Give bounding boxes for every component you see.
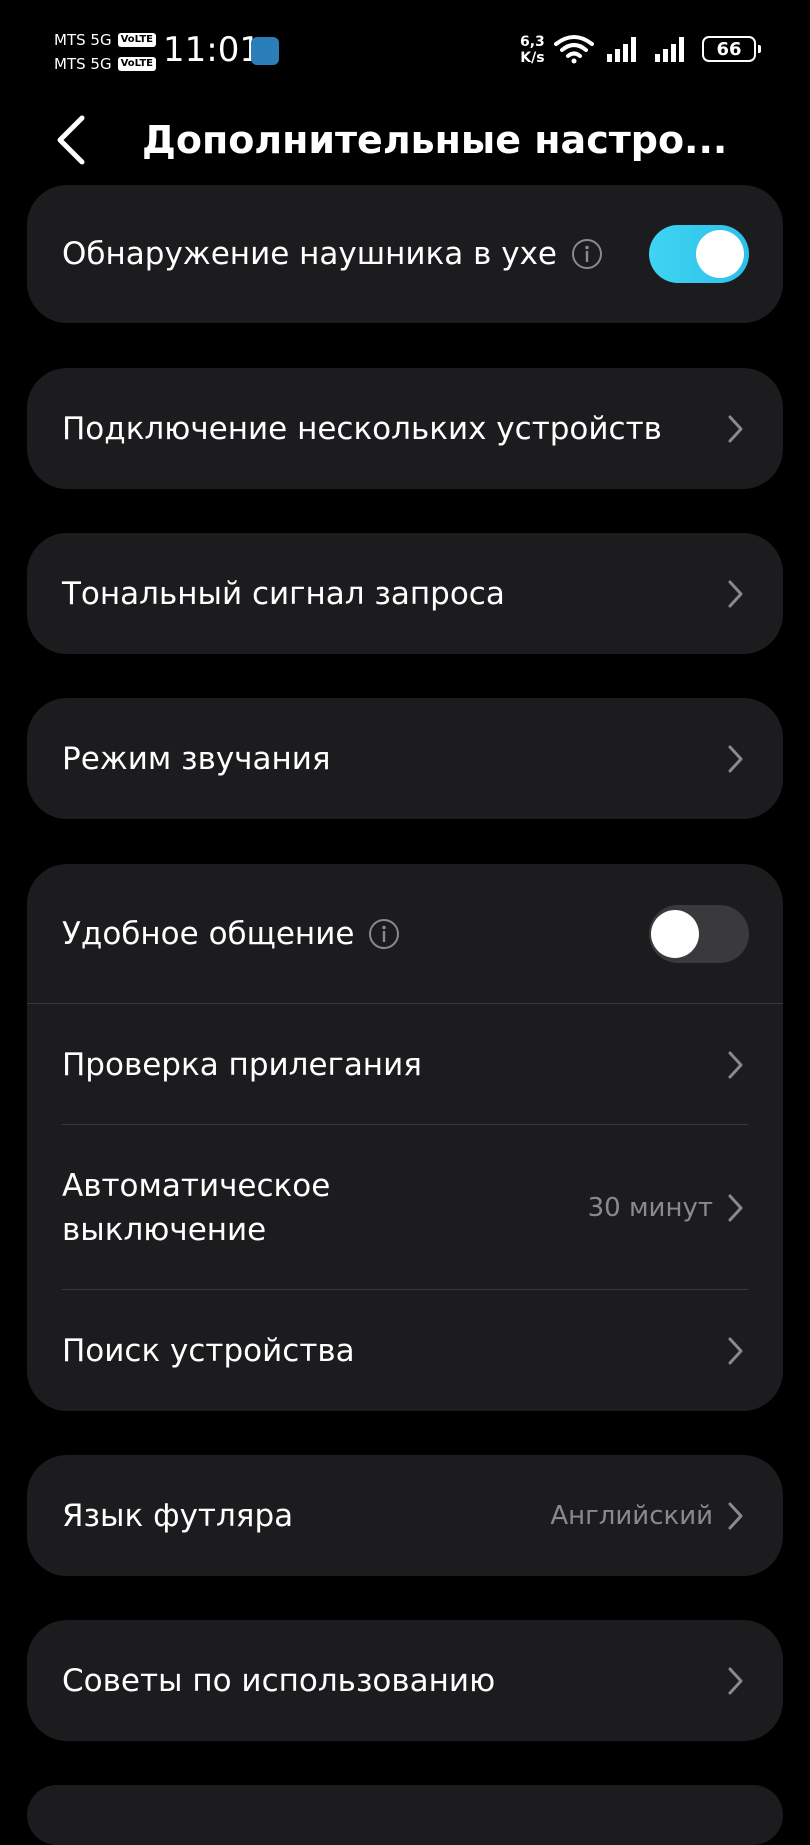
chevron-right-icon <box>728 1194 743 1221</box>
info-icon[interactable] <box>571 238 603 270</box>
easy-talk-row[interactable]: Удобное общение <box>27 864 783 1004</box>
case-language-row[interactable]: Язык футляра Английский <box>27 1455 783 1576</box>
toggle-knob <box>696 230 744 278</box>
chevron-right-icon <box>728 1502 743 1529</box>
chevron-right-icon <box>728 745 743 772</box>
signal-icon <box>607 37 636 62</box>
header: Дополнительные настро... <box>0 104 810 176</box>
chevron-right-icon <box>728 1337 743 1364</box>
usage-tips-row[interactable]: Советы по использованию <box>27 1620 783 1741</box>
clock: 11:01 <box>163 30 261 70</box>
carrier-1: MTS 5G <box>54 31 112 49</box>
status-bar: MTS 5G VoLTE MTS 5G VoLTE 11:01 6,3 K/s … <box>0 0 810 100</box>
ear-detection-row[interactable]: Обнаружение наушника в ухе <box>27 185 783 323</box>
usage-tips-label: Советы по использованию <box>62 1662 496 1699</box>
speed-value: 6,3 <box>520 34 545 50</box>
easy-talk-label: Удобное общение <box>62 916 355 952</box>
ear-detection-card: Обнаружение наушника в ухе <box>27 185 783 323</box>
auto-off-row[interactable]: Автоматическое выключение 30 минут <box>27 1125 783 1290</box>
chevron-right-icon <box>728 1667 743 1694</box>
next-card[interactable] <box>27 1785 783 1845</box>
auto-off-label: Автоматическое выключение <box>62 1164 330 1252</box>
app-notification-icon <box>251 37 279 65</box>
toggle-knob <box>651 910 699 958</box>
wifi-icon <box>554 35 594 64</box>
case-language-value: Английский <box>550 1500 713 1531</box>
prompt-tone-card: Тональный сигнал запроса <box>27 533 783 654</box>
chevron-right-icon <box>728 1051 743 1078</box>
volte-badge: VoLTE <box>117 57 156 71</box>
multi-device-row[interactable]: Подключение нескольких устройств <box>27 368 783 489</box>
carrier-2: MTS 5G <box>54 55 112 73</box>
back-arrow-icon[interactable] <box>50 114 98 166</box>
chevron-right-icon <box>728 415 743 442</box>
prompt-tone-label: Тональный сигнал запроса <box>62 575 505 612</box>
case-language-card: Язык футляра Английский <box>27 1455 783 1576</box>
ear-detection-label: Обнаружение наушника в ухе <box>62 236 558 272</box>
page-title: Дополнительные настро... <box>142 118 728 162</box>
info-icon[interactable] <box>368 918 400 950</box>
easy-talk-toggle[interactable] <box>649 905 749 963</box>
network-speed: 6,3 K/s <box>520 34 545 66</box>
general-settings-card: Удобное общение Проверка прилегания Авто… <box>27 864 783 1411</box>
chevron-right-icon <box>728 580 743 607</box>
auto-off-label-line1: Автоматическое <box>62 1167 331 1204</box>
prompt-tone-row[interactable]: Тональный сигнал запроса <box>27 533 783 654</box>
multi-device-label: Подключение нескольких устройств <box>62 410 662 447</box>
volte-badge: VoLTE <box>117 33 156 47</box>
case-language-label: Язык футляра <box>62 1497 294 1534</box>
find-device-label: Поиск устройства <box>62 1332 355 1369</box>
multi-device-card: Подключение нескольких устройств <box>27 368 783 489</box>
usage-tips-card: Советы по использованию <box>27 1620 783 1741</box>
fit-test-label: Проверка прилегания <box>62 1046 422 1083</box>
sound-mode-card: Режим звучания <box>27 698 783 819</box>
battery-icon: 66 <box>702 36 761 62</box>
fit-test-row[interactable]: Проверка прилегания <box>27 1004 783 1125</box>
carrier-info: MTS 5G VoLTE MTS 5G VoLTE <box>54 28 156 76</box>
find-device-row[interactable]: Поиск устройства <box>27 1290 783 1411</box>
speed-unit: K/s <box>520 50 545 66</box>
auto-off-value: 30 минут <box>587 1192 713 1223</box>
ear-detection-toggle[interactable] <box>649 225 749 283</box>
sound-mode-label: Режим звучания <box>62 740 331 777</box>
signal-icon <box>655 37 684 62</box>
auto-off-label-line2: выключение <box>62 1211 267 1248</box>
sound-mode-row[interactable]: Режим звучания <box>27 698 783 819</box>
